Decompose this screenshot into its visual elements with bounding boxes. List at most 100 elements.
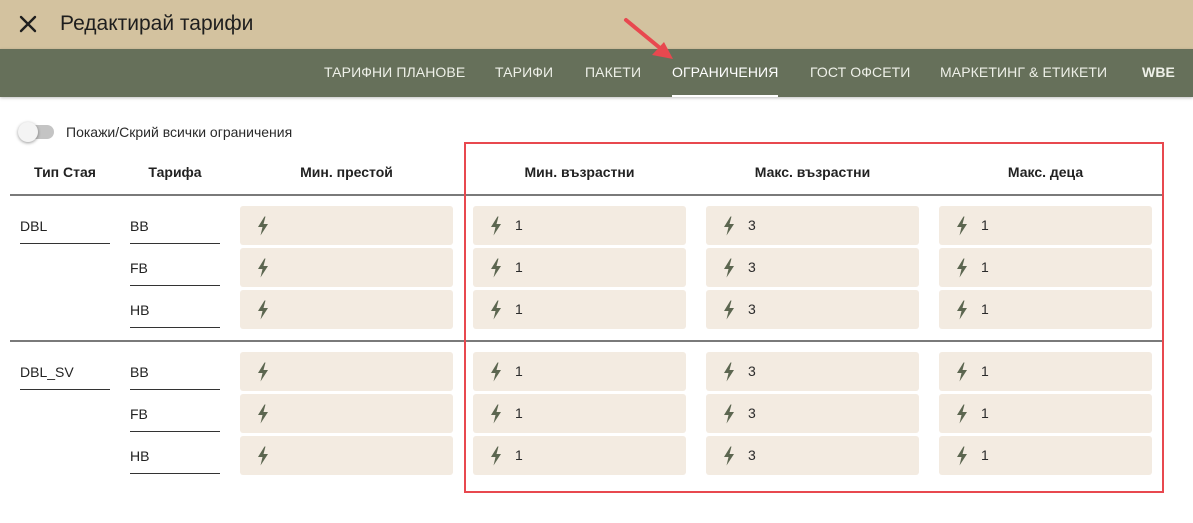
rate-label: BB <box>130 364 149 380</box>
max-adults-cell[interactable]: 3 <box>706 436 919 475</box>
lightning-bolt-icon <box>258 216 268 236</box>
min-stay-cell[interactable] <box>240 290 453 329</box>
min-stay-cell[interactable] <box>240 352 453 391</box>
max-children-cell[interactable]: 1 <box>939 394 1152 433</box>
header-min-stay: Мин. престой <box>300 164 393 180</box>
tab-guest-offsets[interactable]: ГОСТ ОФСЕТИ <box>810 49 910 97</box>
max-children-cell[interactable]: 1 <box>939 352 1152 391</box>
cell-value: 1 <box>981 363 989 379</box>
max-adults-cell[interactable]: 3 <box>706 394 919 433</box>
lightning-bolt-icon <box>724 300 734 320</box>
cell-value: 1 <box>515 363 523 379</box>
lightning-bolt-icon <box>724 404 734 424</box>
cell-value: 1 <box>515 217 523 233</box>
group-divider <box>10 340 1162 342</box>
cell-value: 1 <box>515 447 523 463</box>
room-type-label: DBL_SV <box>20 364 74 380</box>
max-children-cell[interactable]: 1 <box>939 206 1152 245</box>
lightning-bolt-icon <box>258 258 268 278</box>
lightning-bolt-icon <box>491 216 501 236</box>
cell-value: 1 <box>981 405 989 421</box>
rate-underline <box>130 473 220 474</box>
min-adults-cell[interactable]: 1 <box>473 394 686 433</box>
cell-value: 1 <box>515 301 523 317</box>
close-icon[interactable] <box>16 12 40 36</box>
tab-restrictions[interactable]: ОГРАНИЧЕНИЯ <box>672 49 779 97</box>
cell-value: 3 <box>748 217 756 233</box>
min-stay-cell[interactable] <box>240 248 453 287</box>
rate-underline <box>130 243 220 244</box>
toggle-knob[interactable] <box>18 122 38 142</box>
lightning-bolt-icon <box>957 300 967 320</box>
page-title: Редактирай тарифи <box>60 12 254 35</box>
rate-underline <box>130 327 220 328</box>
room-type-label: DBL <box>20 218 48 234</box>
header-min-adults: Мин. възрастни <box>524 164 635 180</box>
cell-value: 1 <box>515 259 523 275</box>
min-stay-cell[interactable] <box>240 436 453 475</box>
lightning-bolt-icon <box>491 300 501 320</box>
title-bar: Редактирай тарифи <box>0 0 1193 49</box>
rate-underline <box>130 285 220 286</box>
min-adults-cell[interactable]: 1 <box>473 206 686 245</box>
tab-rates[interactable]: ТАРИФИ <box>495 49 553 97</box>
rate-underline <box>130 389 220 390</box>
max-adults-cell[interactable]: 3 <box>706 290 919 329</box>
tab-marketing-labels[interactable]: МАРКЕТИНГ & ЕТИКЕТИ <box>940 49 1107 97</box>
max-children-cell[interactable]: 1 <box>939 248 1152 287</box>
cell-value: 1 <box>981 259 989 275</box>
lightning-bolt-icon <box>957 216 967 236</box>
toggle-label: Покажи/Скрий всички ограничения <box>66 124 293 140</box>
min-adults-cell[interactable]: 1 <box>473 436 686 475</box>
lightning-bolt-icon <box>957 258 967 278</box>
lightning-bolt-icon <box>491 258 501 278</box>
lightning-bolt-icon <box>258 300 268 320</box>
cell-value: 3 <box>748 301 756 317</box>
lightning-bolt-icon <box>957 362 967 382</box>
lightning-bolt-icon <box>724 258 734 278</box>
max-adults-cell[interactable]: 3 <box>706 248 919 287</box>
header-max-adults: Макс. възрастни <box>754 164 871 180</box>
lightning-bolt-icon <box>491 446 501 466</box>
max-adults-cell[interactable]: 3 <box>706 206 919 245</box>
rate-label: HB <box>130 302 150 318</box>
rate-label: FB <box>130 406 148 422</box>
header-max-children: Макс. деца <box>1007 164 1084 180</box>
lightning-bolt-icon <box>491 362 501 382</box>
rate-label: BB <box>130 218 149 234</box>
lightning-bolt-icon <box>258 404 268 424</box>
lightning-bolt-icon <box>258 362 268 382</box>
max-children-cell[interactable]: 1 <box>939 436 1152 475</box>
cell-value: 3 <box>748 447 756 463</box>
cell-value: 3 <box>748 259 756 275</box>
cell-value: 1 <box>515 405 523 421</box>
max-adults-cell[interactable]: 3 <box>706 352 919 391</box>
max-children-cell[interactable]: 1 <box>939 290 1152 329</box>
header-divider <box>10 194 1162 196</box>
rate-underline <box>130 431 220 432</box>
min-adults-cell[interactable]: 1 <box>473 248 686 287</box>
cell-value: 1 <box>981 447 989 463</box>
lightning-bolt-icon <box>258 446 268 466</box>
rate-label: FB <box>130 260 148 276</box>
lightning-bolt-icon <box>491 404 501 424</box>
lightning-bolt-icon <box>724 362 734 382</box>
tab-rate-plans[interactable]: ТАРИФНИ ПЛАНОВЕ <box>324 49 465 97</box>
lightning-bolt-icon <box>957 404 967 424</box>
tab-packages[interactable]: ПАКЕТИ <box>585 49 641 97</box>
min-stay-cell[interactable] <box>240 206 453 245</box>
cell-value: 3 <box>748 405 756 421</box>
header-room-type: Тип Стая <box>34 164 96 180</box>
lightning-bolt-icon <box>724 216 734 236</box>
min-adults-cell[interactable]: 1 <box>473 290 686 329</box>
tab-bar: ТАРИФНИ ПЛАНОВЕ ТАРИФИ ПАКЕТИ ОГРАНИЧЕНИ… <box>0 49 1193 97</box>
cell-value: 1 <box>981 301 989 317</box>
room-type-underline <box>20 243 110 244</box>
show-hide-restrictions-toggle[interactable] <box>18 122 54 142</box>
min-stay-cell[interactable] <box>240 394 453 433</box>
header-rate: Тарифа <box>148 164 202 180</box>
min-adults-cell[interactable]: 1 <box>473 352 686 391</box>
cell-value: 3 <box>748 363 756 379</box>
tab-wbe[interactable]: WBE <box>1142 49 1175 97</box>
lightning-bolt-icon <box>724 446 734 466</box>
